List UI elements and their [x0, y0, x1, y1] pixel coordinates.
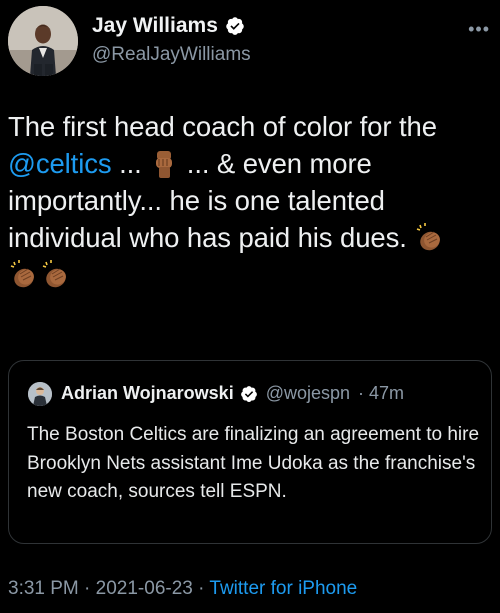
quoted-tweet-text: The Boston Celtics are finalizing an agr… — [27, 424, 480, 502]
tweet-date[interactable]: 2021-06-23 — [96, 578, 193, 599]
more-options-icon[interactable]: ••• — [468, 20, 490, 38]
clapping-hands-emoji-icon — [10, 260, 34, 288]
quoted-tweet-card[interactable]: Adrian Wojnarowski @wojespn · 47m The Bo… — [8, 360, 492, 544]
mention-link[interactable]: @celtics — [8, 148, 112, 179]
author-photo — [8, 6, 78, 76]
tweet-fragment: individual who has paid his dues. — [8, 222, 415, 253]
quoted-author-handle[interactable]: @wojespn — [266, 383, 350, 404]
author-name-row: Jay Williams — [92, 14, 245, 38]
meta-separator: · — [78, 578, 96, 599]
tweet-time[interactable]: 3:31 PM — [8, 578, 79, 599]
meta-separator: · — [192, 578, 210, 599]
quoted-author-photo — [28, 382, 52, 406]
quoted-author-name[interactable]: Adrian Wojnarowski — [61, 383, 234, 404]
tweet-line: The first head coach of color for the — [8, 111, 437, 142]
tweet-line: individual who has paid his dues. — [8, 219, 494, 256]
verified-badge-icon — [240, 385, 257, 402]
tweet-metadata: 3:31 PM · 2021-06-23 · Twitter for iPhon… — [8, 578, 357, 600]
tweet-fragment: ... & even more — [179, 148, 372, 179]
verified-badge-icon — [226, 17, 244, 35]
quoted-header: Adrian Wojnarowski @wojespn · 47m — [61, 383, 404, 404]
quoted-author-avatar[interactable] — [28, 382, 52, 406]
clapping-hands-emoji-icon — [417, 223, 441, 251]
tweet-source-link[interactable]: Twitter for iPhone — [209, 578, 357, 599]
tweet-line: importantly... he is one talented — [8, 185, 385, 216]
author-avatar[interactable] — [8, 6, 78, 76]
tweet-line — [8, 256, 494, 293]
clapping-hands-emoji-icon — [42, 260, 66, 288]
tweet-header: Jay Williams @RealJayWilliams ••• — [8, 6, 492, 82]
tweet-line: @celtics ... ... & even more — [8, 145, 494, 182]
raised-fist-emoji-icon — [156, 151, 173, 178]
tweet-body: The first head coach of color for the @c… — [8, 108, 494, 293]
author-handle[interactable]: @RealJayWilliams — [92, 44, 251, 66]
quoted-timestamp[interactable]: · 47m — [358, 383, 404, 404]
author-name[interactable]: Jay Williams — [92, 14, 218, 38]
tweet-fragment: ... — [111, 148, 150, 179]
